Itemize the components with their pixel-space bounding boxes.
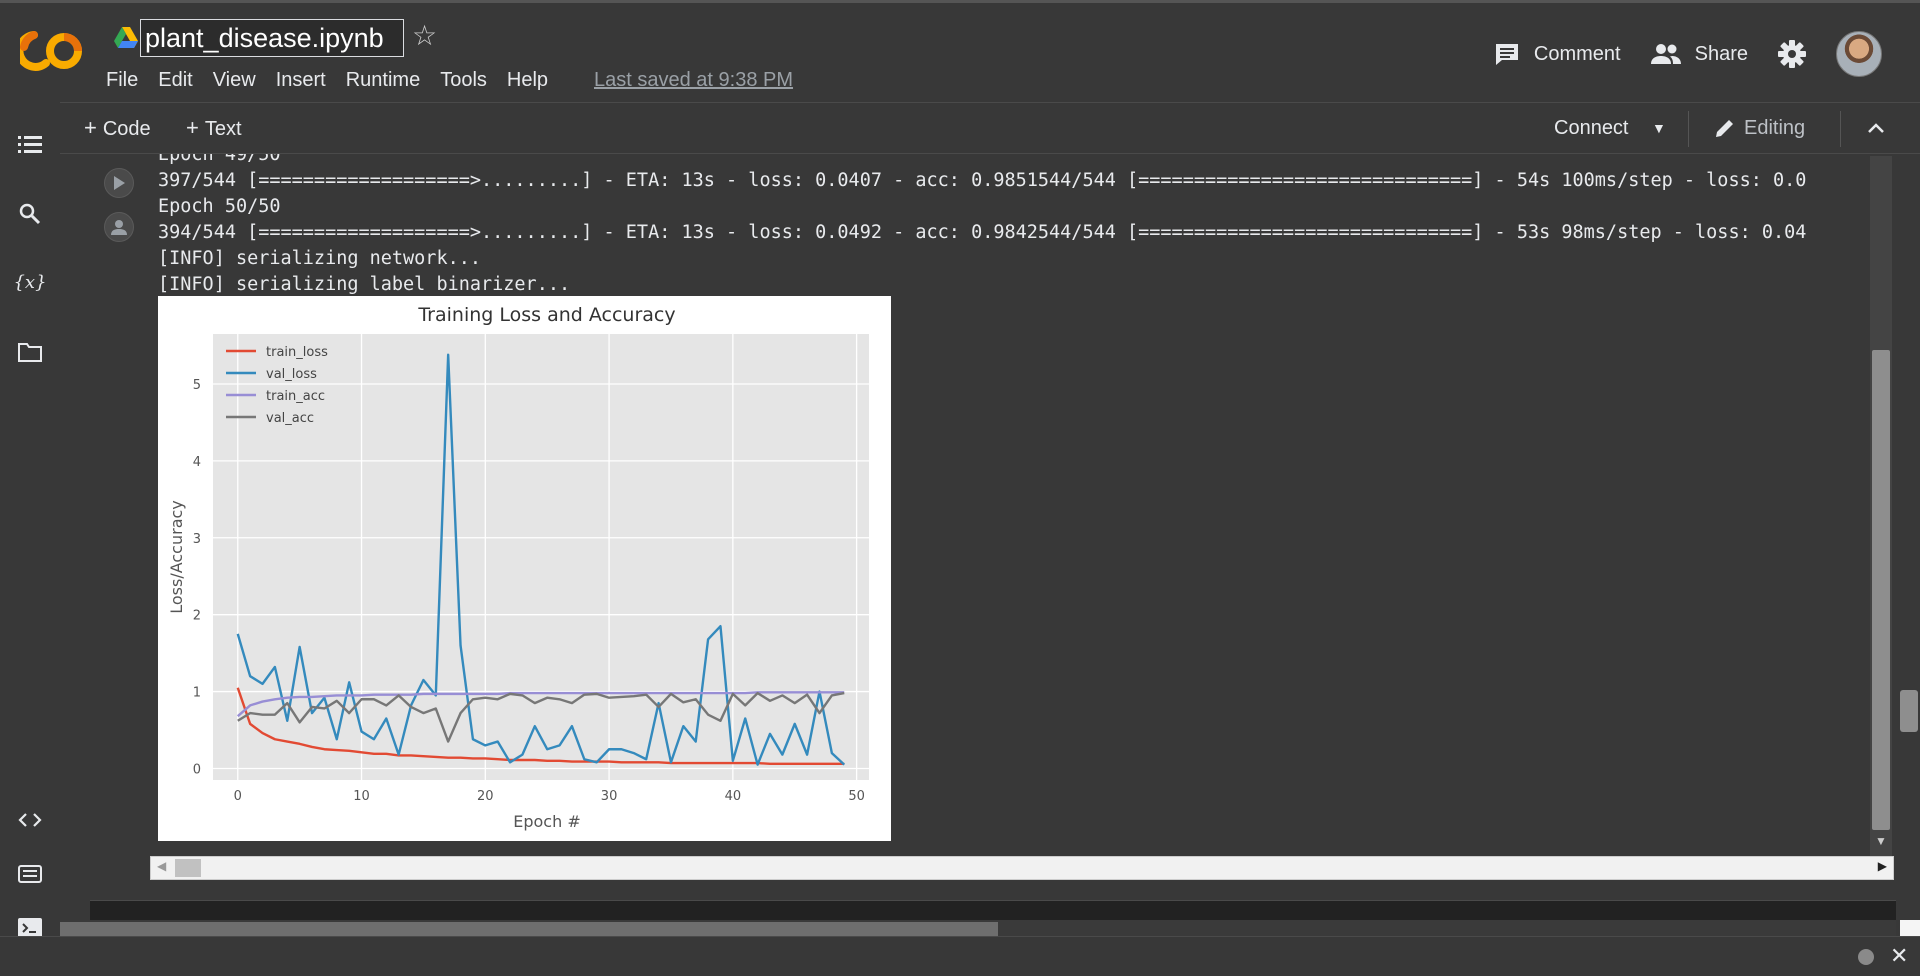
comment-label: Comment [1533, 42, 1621, 65]
console-output: Epoch 49/50 397/544 [===================… [158, 154, 1866, 294]
notebook-title-input[interactable]: plant_disease.ipynb [140, 19, 404, 57]
legend-label: train_loss [266, 345, 328, 360]
folder-icon[interactable] [0, 334, 60, 370]
connect-button[interactable]: Connect [1554, 115, 1629, 141]
editing-label: Editing [1744, 117, 1806, 139]
console-line: [INFO] serializing network... [158, 248, 482, 269]
status-indicator-icon[interactable] [1858, 949, 1874, 965]
left-sidebar: {x} [0, 102, 60, 938]
horizontal-scrollbar-thumb[interactable] [175, 859, 201, 877]
scroll-right-icon[interactable]: ▶ [1878, 859, 1887, 873]
console-line: 394/544 [===================>.........] … [158, 222, 1807, 243]
chevron-down-icon[interactable]: ▼ [1652, 115, 1666, 141]
console-line: 397/544 [===================>.........] … [158, 170, 1807, 191]
scroll-left-icon[interactable]: ◀ [157, 859, 166, 873]
console-line: [INFO] serializing label binarizer... [158, 274, 571, 294]
legend-label: val_loss [266, 367, 317, 382]
menu-insert[interactable]: Insert [276, 67, 326, 93]
user-avatar[interactable] [1836, 31, 1882, 77]
y-tick-label: 3 [193, 532, 201, 547]
console-line: Epoch 50/50 [158, 196, 281, 217]
x-axis-label: Epoch # [513, 812, 580, 831]
y-axis-label: Loss/Accuracy [167, 500, 186, 614]
last-saved-link[interactable]: Last saved at 9:38 PM [594, 67, 793, 93]
share-label: Share [1694, 42, 1748, 65]
play-icon [114, 176, 125, 190]
chevron-up-icon[interactable] [1866, 113, 1886, 143]
y-tick-label: 1 [193, 686, 201, 701]
menu-edit[interactable]: Edit [158, 67, 192, 93]
status-bar: ✕ [0, 936, 1920, 976]
table-of-contents-icon[interactable] [0, 126, 60, 162]
x-tick-label: 20 [477, 789, 494, 804]
x-tick-label: 50 [848, 789, 865, 804]
plus-icon: + [186, 115, 199, 140]
add-text-label: Text [204, 118, 242, 140]
menu-bar: File Edit View Insert Runtime Tools Help [106, 67, 568, 93]
page-scrollbar-thumb[interactable] [1900, 690, 1918, 732]
y-tick-label: 4 [193, 455, 201, 470]
header-actions: Comment Share [1494, 29, 1920, 79]
y-tick-label: 5 [193, 378, 201, 393]
add-code-button[interactable]: + Code [84, 115, 151, 142]
chart-title: Training Loss and Accuracy [417, 304, 675, 326]
star-icon[interactable]: ☆ [412, 21, 437, 51]
menu-tools[interactable]: Tools [440, 67, 487, 93]
chart-svg: 0 10 20 30 40 50 0 1 2 3 4 5 Training Loss and Accu… [167, 304, 869, 831]
add-code-label: Code [102, 118, 151, 140]
run-cell-button[interactable] [104, 168, 134, 198]
command-palette-icon[interactable] [0, 856, 60, 892]
menu-help[interactable]: Help [507, 67, 548, 93]
menu-file[interactable]: File [106, 67, 138, 93]
output-horizontal-scrollbar[interactable]: ◀ ▶ [150, 856, 1894, 880]
legend-label: train_acc [266, 389, 325, 404]
search-icon[interactable] [0, 196, 60, 232]
x-tick-label: 40 [725, 789, 742, 804]
share-button[interactable]: Share [1650, 42, 1748, 66]
menu-runtime[interactable]: Runtime [346, 67, 420, 93]
close-icon[interactable]: ✕ [1890, 943, 1908, 969]
colab-logo-icon[interactable] [20, 29, 84, 73]
variables-icon[interactable]: {x} [0, 264, 60, 300]
output-scrollbar-thumb[interactable] [1872, 350, 1890, 830]
x-tick-label: 10 [353, 789, 370, 804]
people-icon [1650, 44, 1681, 64]
y-tick-label: 2 [193, 609, 201, 624]
person-icon [111, 220, 127, 235]
scroll-down-icon[interactable]: ▼ [1872, 834, 1890, 850]
y-tick-label: 0 [193, 762, 201, 777]
notebook-toolbar: + Code + Text Connect ▼ Editing [60, 102, 1920, 154]
google-drive-icon[interactable] [114, 27, 138, 49]
output-actions-button[interactable] [104, 212, 134, 242]
x-tick-label: 0 [234, 789, 242, 804]
toolbar-divider [1688, 111, 1689, 147]
x-tick-label: 30 [601, 789, 618, 804]
plus-icon: + [84, 115, 97, 140]
code-snippets-icon[interactable] [0, 802, 60, 838]
add-text-button[interactable]: + Text [186, 115, 242, 142]
gear-icon[interactable] [1778, 40, 1806, 68]
header: plant_disease.ipynb ☆ File Edit View Ins… [0, 0, 1920, 102]
menu-view[interactable]: View [213, 67, 256, 93]
scrollbar-corner [1900, 920, 1920, 936]
comment-icon [1495, 44, 1518, 65]
comment-button[interactable]: Comment [1494, 42, 1621, 66]
page-horizontal-scrollbar-thumb[interactable] [60, 922, 998, 936]
pencil-icon [1716, 120, 1733, 137]
editing-mode-button[interactable]: Editing [1714, 115, 1805, 141]
console-line: Epoch 49/50 [158, 154, 281, 165]
training-chart: 0 10 20 30 40 50 0 1 2 3 4 5 Training Loss and Accu… [158, 296, 891, 841]
toolbar-divider [1840, 111, 1841, 147]
legend-label: val_acc [266, 411, 314, 426]
